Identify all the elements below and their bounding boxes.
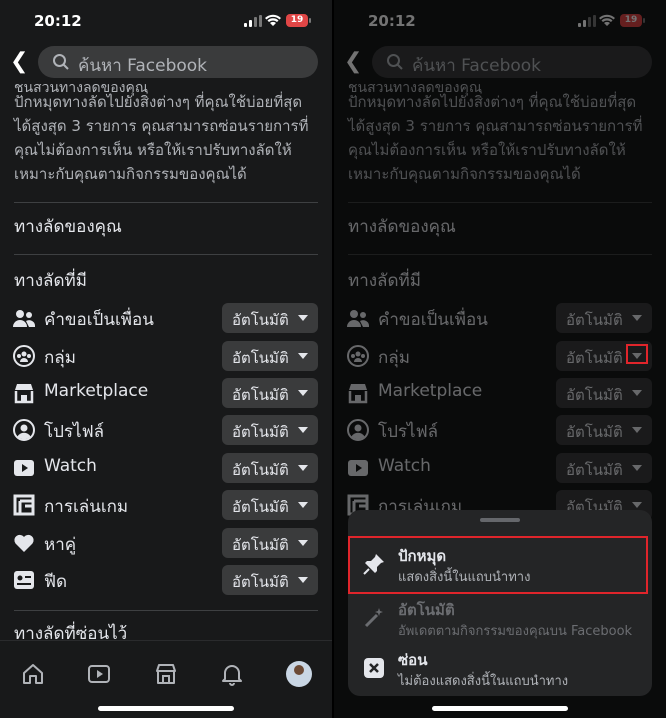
friends-icon — [13, 310, 36, 327]
option-subtitle: ไม่ต้องแสดงสิ่งนี้ในแถบนำทาง — [398, 674, 569, 689]
shortcut-visibility-dropdown[interactable]: อัตโนมัติ — [222, 415, 318, 445]
shortcut-row: โปรไฟล์ อัตโนมัติ — [10, 414, 320, 446]
description-text: ปักหมุดทางลัดไปยังสิ่งต่างๆ ที่คุณใช้บ่อ… — [14, 93, 309, 183]
chevron-down-icon — [298, 427, 308, 433]
left-screen: 20:12 19 ❮ ค้นหา Facebook ชิ้นส่วนทางลัด… — [0, 0, 332, 718]
right-screen: 20:12 19 ❮ ค้นหา Facebook ชิ้นส่วนทางลัด… — [334, 0, 666, 718]
divider — [14, 202, 318, 203]
highlight-pin-option — [348, 536, 648, 594]
dropdown-value: อัตโนมัติ — [232, 461, 289, 479]
watch-icon — [14, 460, 34, 476]
groups-icon — [13, 345, 35, 367]
search-input[interactable]: ค้นหา Facebook — [38, 46, 318, 78]
profile-icon — [13, 419, 35, 441]
top-bar: ❮ ค้นหา Facebook — [0, 44, 332, 80]
chevron-down-icon — [298, 502, 308, 508]
dropdown-value: อัตโนมัติ — [232, 536, 289, 554]
section-available-shortcuts: ทางลัดที่มี — [14, 271, 87, 291]
home-icon[interactable] — [20, 661, 46, 687]
shortcut-label: Watch — [44, 456, 97, 476]
shortcut-visibility-dropdown[interactable]: อัตโนมัติ — [222, 341, 318, 371]
wifi-icon — [265, 14, 281, 26]
shortcut-visibility-dropdown[interactable]: อัตโนมัติ — [222, 565, 318, 595]
chevron-down-icon — [298, 353, 308, 359]
option-auto[interactable]: อัตโนมัติ อัพเดตตามกิจกรรมของคุณบน Faceb… — [354, 594, 646, 644]
dropdown-value: อัตโนมัติ — [232, 386, 289, 404]
status-time: 20:12 — [34, 12, 82, 30]
shortcut-label: โปรไฟล์ — [44, 422, 105, 442]
shortcut-label: ฟีด — [44, 572, 68, 592]
feeds-icon — [14, 571, 34, 589]
home-indicator — [98, 706, 234, 711]
shortcut-row: ฟีด อัตโนมัติ — [10, 564, 320, 596]
dropdown-value: อัตโนมัติ — [232, 349, 289, 367]
dropdown-value: อัตโนมัติ — [232, 573, 289, 591]
battery-icon: 19 — [286, 14, 311, 27]
shortcut-label: กลุ่ม — [44, 348, 76, 368]
chevron-down-icon — [298, 577, 308, 583]
shortcuts-description: ชิ้นส่วนทางลัดของคุณ ปักหมุดทางลัดไปยังส… — [14, 84, 318, 186]
option-hide[interactable]: ซ่อน ไม่ต้องแสดงสิ่งนี้ในแถบนำทาง — [354, 644, 646, 694]
shortcut-row: Marketplace อัตโนมัติ — [10, 377, 320, 409]
shortcut-row: การเล่นเกม อัตโนมัติ — [10, 489, 320, 521]
shortcut-label: Marketplace — [44, 381, 149, 401]
shortcut-row: กลุ่ม อัตโนมัติ — [10, 340, 320, 372]
shortcut-row: หาคู่ อัตโนมัติ — [10, 527, 320, 559]
shortcut-label: คำขอเป็นเพื่อน — [44, 310, 154, 330]
gaming-icon — [13, 494, 35, 516]
divider — [14, 254, 318, 255]
shortcut-row: คำขอเป็นเพื่อน อัตโนมัติ — [10, 302, 320, 334]
dating-icon — [14, 534, 34, 552]
shortcut-row: Watch อัตโนมัติ — [10, 452, 320, 484]
shortcut-visibility-dropdown[interactable]: อัตโนมัติ — [222, 303, 318, 333]
close-box-icon — [364, 658, 384, 678]
video-icon[interactable] — [86, 661, 112, 687]
magic-wand-icon — [364, 608, 383, 628]
back-icon[interactable]: ❮ — [10, 50, 32, 74]
dropdown-value: อัตโนมัติ — [232, 498, 289, 516]
option-title: อัตโนมัติ — [398, 601, 455, 619]
shortcut-label: การเล่นเกม — [44, 497, 129, 517]
home-indicator — [432, 706, 568, 711]
search-placeholder: ค้นหา Facebook — [78, 56, 208, 76]
shortcut-label: หาคู่ — [44, 535, 77, 555]
divider — [14, 610, 318, 611]
chevron-down-icon — [298, 390, 308, 396]
chevron-down-icon — [298, 540, 308, 546]
shortcut-visibility-dropdown[interactable]: อัตโนมัติ — [222, 490, 318, 520]
option-title: ซ่อน — [398, 651, 428, 669]
chevron-down-icon — [298, 465, 308, 471]
dropdown-value: อัตโนมัติ — [232, 423, 289, 441]
bell-icon[interactable] — [219, 661, 245, 687]
shortcut-visibility-dropdown[interactable]: อัตโนมัติ — [222, 528, 318, 558]
status-bar: 20:12 19 — [0, 0, 332, 40]
option-subtitle: อัพเดตตามกิจกรรมของคุณบน Facebook — [398, 624, 633, 639]
avatar[interactable] — [286, 661, 312, 687]
sheet-grabber[interactable] — [480, 518, 520, 522]
chevron-down-icon — [298, 315, 308, 321]
marketplace-icon[interactable] — [153, 661, 179, 687]
marketplace-icon — [14, 384, 34, 404]
shortcut-visibility-dropdown[interactable]: อัตโนมัติ — [222, 453, 318, 483]
signal-icon — [244, 15, 262, 27]
highlight-dropdown-caret — [626, 344, 648, 364]
section-your-shortcuts: ทางลัดของคุณ — [14, 217, 122, 237]
search-icon — [53, 54, 69, 70]
dropdown-value: อัตโนมัติ — [232, 311, 289, 329]
shortcut-visibility-dropdown[interactable]: อัตโนมัติ — [222, 378, 318, 408]
